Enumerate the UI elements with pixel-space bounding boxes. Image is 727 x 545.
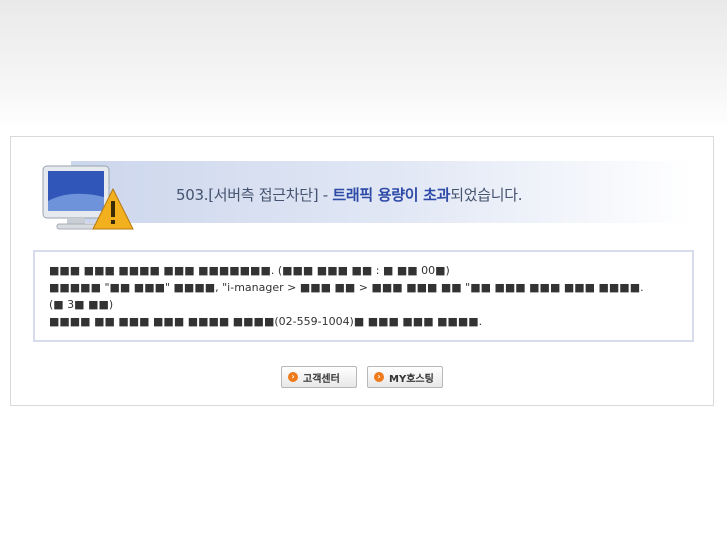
orange-arrow-icon: › [374,372,384,382]
my-hosting-button[interactable]: › MY호스팅 [367,366,443,388]
message-box: ■■■ ■■■ ■■■■ ■■■ ■■■■■■■. (■■■ ■■■ ■■ : … [33,250,694,342]
my-hosting-label: MY호스팅 [389,373,434,385]
error-title-tail: 되었습니다. [450,186,523,204]
header-background [0,0,727,130]
message-line: ■■■ ■■■ ■■■■ ■■■ ■■■■■■■. (■■■ ■■■ ■■ : … [49,264,450,277]
orange-arrow-icon: › [288,372,298,382]
customer-center-label: 고객센터 [303,373,340,385]
message-line: (■ 3■ ■■) [49,298,114,311]
monitor-warning-icon [42,165,134,230]
error-code: 503. [176,186,209,204]
error-title-highlight: 트래픽 용량이 초과 [332,186,451,204]
error-panel: 503.[서버측 접근차단] - 트래픽 용량이 초과되었습니다. ■■■ ■■… [10,136,714,406]
customer-center-button[interactable]: › 고객센터 [281,366,357,388]
error-title: 503.[서버측 접근차단] - 트래픽 용량이 초과되었습니다. [176,184,522,205]
message-line: ■■■■■ "■■ ■■■" ■■■■, "i-manager > ■■■ ■■… [49,281,644,294]
message-line: ■■■■ ■■ ■■■ ■■■ ■■■■ ■■■■(02-559-1004)■ … [49,315,483,328]
error-title-bracket: [서버측 접근차단] - [208,186,333,204]
